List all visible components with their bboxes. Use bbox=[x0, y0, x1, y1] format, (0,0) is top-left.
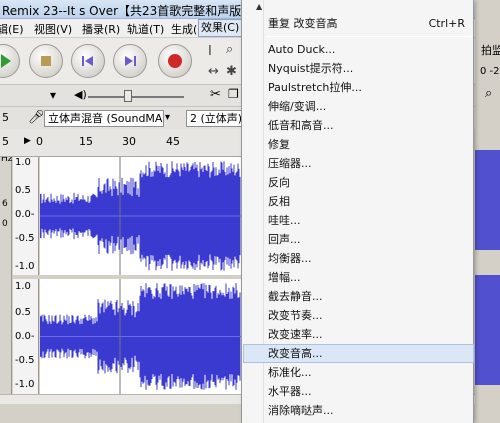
menu-item-effect[interactable]: Auto Duck... bbox=[243, 40, 474, 59]
menu-item-effect[interactable]: 均衡器... bbox=[243, 249, 474, 268]
track-1-waveform[interactable] bbox=[40, 157, 241, 275]
envelope-tool-icon[interactable]: ↔ bbox=[208, 64, 219, 79]
menu-transport[interactable]: 播录(R) bbox=[82, 21, 120, 37]
record-button[interactable] bbox=[158, 44, 192, 78]
waveform-edge bbox=[475, 150, 500, 250]
track-fragment-label: 0 bbox=[2, 219, 8, 229]
scale-label: 0.0- bbox=[15, 331, 35, 342]
menu-item-effect[interactable]: 回声... bbox=[243, 230, 474, 249]
select-tool-icon[interactable]: I bbox=[208, 44, 212, 59]
skip-to-end-button[interactable] bbox=[113, 44, 147, 78]
play-icon bbox=[1, 54, 11, 68]
track-1-scale: 1.0 0.5 0.0- -0.5 -1.0 bbox=[13, 157, 39, 275]
search-icon[interactable]: ⌕ bbox=[485, 86, 492, 101]
ruler-tick-label: 5 bbox=[2, 135, 9, 148]
ruler-tick-label: 15 bbox=[79, 135, 93, 148]
menu-item-effect[interactable]: 增幅... bbox=[243, 268, 474, 287]
menu-item-effect[interactable]: 修复 bbox=[243, 135, 474, 154]
menu-item-effect[interactable]: 截去静音... bbox=[243, 287, 474, 306]
menu-item-effect[interactable]: 消除嘀哒声... bbox=[243, 401, 474, 420]
menu-item-effect[interactable]: 压缩器... bbox=[243, 154, 474, 173]
stop-icon bbox=[41, 56, 51, 66]
copy-icon[interactable]: ❐ bbox=[228, 87, 239, 101]
effects-menu: ▲ 重复 改变音高 Ctrl+R Auto Duck... Nyquist提示符.… bbox=[241, 0, 474, 423]
shortcut-label: Ctrl+R bbox=[428, 17, 465, 30]
timeline-ruler-strip[interactable]: 5 0 15 30 45 ▶ bbox=[0, 129, 241, 157]
waveform-graphic bbox=[40, 157, 241, 275]
track-2-scale: 1.0 0.5 0.0- -0.5 -1.0 bbox=[13, 279, 39, 394]
ruler-tick-label: 45 bbox=[166, 135, 180, 148]
skip-start-icon bbox=[82, 56, 93, 66]
menu-item-effect[interactable]: Paulstretch拉伸... bbox=[243, 78, 474, 97]
waveform-graphic bbox=[40, 279, 241, 394]
playback-volume-slider[interactable] bbox=[124, 90, 132, 102]
menu-item-effect[interactable]: Nyquist提示符... bbox=[243, 59, 474, 78]
scale-label: 0.5 bbox=[15, 307, 31, 318]
scale-label: -1.0 bbox=[15, 261, 35, 272]
dropdown-arrow-icon[interactable]: ▾ bbox=[50, 88, 56, 102]
menu-item-effect[interactable]: 反向 bbox=[243, 173, 474, 192]
window-title: Remix 23--It s Over【共23首歌完整和声版】 bbox=[2, 4, 254, 18]
skip-end-icon bbox=[125, 56, 136, 66]
menu-item-label: 重复 改变音高 bbox=[268, 17, 338, 30]
menu-separator bbox=[266, 36, 471, 37]
menu-item-repeat[interactable]: 重复 改变音高 Ctrl+R bbox=[243, 14, 474, 33]
menu-item-effect[interactable]: 改变节奏... bbox=[243, 306, 474, 325]
record-icon bbox=[168, 54, 182, 68]
playback-volume-track bbox=[88, 96, 184, 98]
stop-button[interactable] bbox=[29, 44, 63, 78]
track-control-panel[interactable]: Hz 6 0 ▼ bbox=[0, 129, 13, 394]
cut-icon[interactable]: ✂ bbox=[210, 87, 221, 102]
menu-tracks[interactable]: 轨道(T) bbox=[127, 21, 164, 37]
scale-label: 1.0 bbox=[15, 157, 31, 168]
meter-label: 拍监 bbox=[481, 44, 500, 57]
scale-label: -1.0 bbox=[15, 379, 35, 390]
menu-item-effect[interactable]: 低音和高音... bbox=[243, 116, 474, 135]
microphone-icon: 🎤︎ bbox=[28, 110, 45, 125]
zoom-tool-icon[interactable]: ⌕ bbox=[226, 42, 233, 57]
menu-item-effect[interactable]: 水平器... bbox=[243, 382, 474, 401]
scale-label: 0.0- bbox=[15, 209, 35, 220]
scale-label: 1.0 bbox=[15, 281, 31, 292]
scale-label: -0.5 bbox=[15, 233, 35, 244]
menu-item-effect[interactable]: 哇哇... bbox=[243, 211, 474, 230]
scale-label: -0.5 bbox=[15, 355, 35, 366]
track-2-waveform[interactable] bbox=[40, 279, 241, 394]
ruler-tick-label: 30 bbox=[122, 135, 136, 148]
menu-edit[interactable]: 辑(E) bbox=[0, 21, 24, 37]
menu-effect[interactable]: 效果(C) bbox=[198, 19, 243, 37]
right-edge-panel: 拍监 0 -2 ⌕ bbox=[475, 0, 500, 423]
speaker-icon: ◀) bbox=[74, 88, 87, 101]
menu-item-effect[interactable]: 伸缩/变调... bbox=[243, 97, 474, 116]
menu-item-effect[interactable]: 反相 bbox=[243, 192, 474, 211]
play-head-marker-icon: ▶ bbox=[24, 136, 31, 146]
track-fragment-label: 6 bbox=[2, 199, 8, 209]
waveform-edge bbox=[475, 275, 500, 385]
multi-tool-icon[interactable]: ✱ bbox=[226, 64, 237, 79]
meter-scale-label: 0 -2 bbox=[480, 66, 500, 77]
scale-label: 0.5 bbox=[15, 185, 31, 196]
skip-to-start-button[interactable] bbox=[71, 44, 105, 78]
menu-item-effect[interactable]: 改变速率... bbox=[243, 325, 474, 344]
recording-device-select[interactable]: 立体声混音 (SoundMAX Ir bbox=[44, 110, 164, 127]
ruler-tick-label: 0 bbox=[36, 135, 43, 148]
menu-item-effect[interactable]: 标准化... bbox=[243, 363, 474, 382]
menu-item-effect[interactable]: 改变音高... bbox=[243, 344, 474, 363]
chevron-down-icon[interactable]: ▾ bbox=[165, 112, 170, 123]
menu-view[interactable]: 视图(V) bbox=[34, 21, 72, 37]
scroll-up-icon[interactable]: ▲ bbox=[256, 2, 262, 11]
recording-channels-select[interactable]: 2 (立体声)录 bbox=[186, 110, 242, 127]
play-button[interactable] bbox=[0, 44, 20, 78]
ruler-label: 5 bbox=[2, 111, 9, 124]
